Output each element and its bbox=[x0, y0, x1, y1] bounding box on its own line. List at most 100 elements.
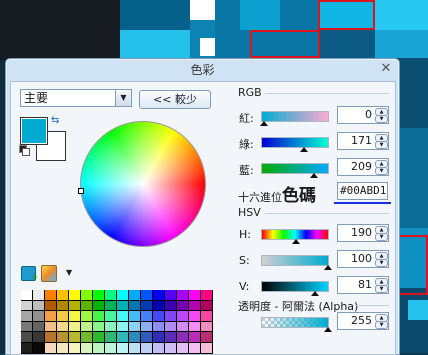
palette-swatch[interactable] bbox=[201, 290, 212, 300]
palette-swatch[interactable] bbox=[81, 300, 92, 311]
spin-down-icon[interactable]: ▼ bbox=[375, 141, 388, 149]
palette-swatch[interactable] bbox=[105, 343, 116, 353]
palette-swatch[interactable] bbox=[129, 321, 140, 332]
blue-slider[interactable] bbox=[261, 163, 329, 174]
palette-swatch[interactable] bbox=[93, 300, 104, 311]
palette-swatch[interactable] bbox=[201, 300, 212, 311]
swap-colors-icon[interactable]: ⇆ bbox=[51, 115, 59, 126]
palette-swatch[interactable] bbox=[117, 311, 128, 321]
palette-swatch[interactable] bbox=[165, 311, 176, 321]
palette-swatch[interactable] bbox=[177, 343, 188, 353]
green-slider-thumb[interactable] bbox=[300, 147, 308, 152]
primary-secondary-select[interactable]: 主要 ▼ bbox=[20, 89, 132, 107]
palette-swatch[interactable] bbox=[33, 343, 44, 353]
palette-swatch[interactable] bbox=[201, 343, 212, 353]
palette-swatch[interactable] bbox=[129, 290, 140, 300]
palette-swatch[interactable] bbox=[177, 290, 188, 300]
palette-swatch[interactable] bbox=[45, 332, 56, 342]
hue-slider-thumb[interactable] bbox=[292, 239, 300, 244]
hex-input[interactable]: #00ABD1 bbox=[337, 182, 388, 200]
palette-swatch[interactable] bbox=[105, 332, 116, 342]
palette-swatch[interactable] bbox=[189, 290, 200, 300]
primary-color-swatch[interactable] bbox=[20, 117, 48, 145]
palette-swatch[interactable] bbox=[117, 321, 128, 332]
palette-swatch[interactable] bbox=[81, 332, 92, 342]
palette-swatch[interactable] bbox=[165, 332, 176, 342]
saturation-slider-thumb[interactable] bbox=[324, 265, 332, 270]
palette-swatch[interactable] bbox=[129, 343, 140, 353]
palette-swatch[interactable] bbox=[129, 300, 140, 311]
palette-swatch[interactable] bbox=[69, 321, 80, 332]
blue-slider-thumb[interactable] bbox=[310, 173, 318, 178]
red-spinbox[interactable]: 0 ▲ ▼ bbox=[337, 106, 389, 124]
palette-swatch[interactable] bbox=[69, 290, 80, 300]
palette-swatch[interactable] bbox=[57, 343, 68, 353]
green-spinbox[interactable]: 171 ▲ ▼ bbox=[337, 132, 389, 150]
palette-swatch[interactable] bbox=[21, 290, 32, 300]
palette-swatch[interactable] bbox=[33, 311, 44, 321]
value-slider-thumb[interactable] bbox=[311, 291, 319, 296]
palette-swatch[interactable] bbox=[117, 343, 128, 353]
palette-swatch[interactable] bbox=[33, 321, 44, 332]
spin-down-icon[interactable]: ▼ bbox=[375, 285, 388, 293]
palette-swatch[interactable] bbox=[189, 311, 200, 321]
palette-swatch[interactable] bbox=[189, 321, 200, 332]
palette-swatch[interactable] bbox=[141, 290, 152, 300]
palette-swatch[interactable] bbox=[45, 290, 56, 300]
palette-swatch[interactable] bbox=[105, 300, 116, 311]
palette-swatch[interactable] bbox=[177, 332, 188, 342]
palette-swatch[interactable] bbox=[81, 321, 92, 332]
palette-swatch[interactable] bbox=[57, 300, 68, 311]
palette-swatch[interactable] bbox=[45, 321, 56, 332]
color-wheel[interactable] bbox=[80, 121, 206, 247]
hue-spinbox[interactable]: 190 ▲ ▼ bbox=[337, 224, 389, 242]
palette-swatch[interactable] bbox=[21, 300, 32, 311]
alpha-spinbox[interactable]: 255 ▲ ▼ bbox=[337, 312, 389, 330]
palette-swatch[interactable] bbox=[201, 311, 212, 321]
palette-swatch[interactable] bbox=[141, 311, 152, 321]
palette-swatch[interactable] bbox=[117, 332, 128, 342]
palette-swatch[interactable] bbox=[141, 343, 152, 353]
palette-menu-icon[interactable] bbox=[41, 265, 57, 282]
palette-swatch[interactable] bbox=[33, 300, 44, 311]
saturation-spinbox[interactable]: 100 ▲ ▼ bbox=[337, 250, 389, 268]
palette-swatch[interactable] bbox=[57, 332, 68, 342]
palette-swatch[interactable] bbox=[189, 332, 200, 342]
alpha-slider-thumb[interactable] bbox=[324, 327, 332, 332]
palette-swatch[interactable] bbox=[117, 290, 128, 300]
palette-swatch[interactable] bbox=[21, 332, 32, 342]
palette-swatch[interactable] bbox=[201, 321, 212, 332]
palette-swatch[interactable] bbox=[153, 300, 164, 311]
palette-swatch[interactable] bbox=[69, 300, 80, 311]
palette-swatch[interactable] bbox=[69, 343, 80, 353]
chevron-down-icon[interactable]: ▼ bbox=[66, 268, 72, 277]
close-icon[interactable]: ✕ bbox=[379, 62, 393, 76]
palette-swatch[interactable] bbox=[177, 311, 188, 321]
palette-swatch[interactable] bbox=[45, 311, 56, 321]
reset-colors-icon[interactable] bbox=[19, 145, 30, 156]
palette-swatch[interactable] bbox=[165, 321, 176, 332]
palette-swatch[interactable] bbox=[129, 311, 140, 321]
spin-down-icon[interactable]: ▼ bbox=[375, 167, 388, 175]
spin-down-icon[interactable]: ▼ bbox=[375, 233, 388, 241]
green-slider[interactable] bbox=[261, 137, 329, 148]
palette-swatch[interactable] bbox=[177, 321, 188, 332]
palette-swatch[interactable] bbox=[45, 300, 56, 311]
palette-swatch[interactable] bbox=[57, 311, 68, 321]
alpha-slider[interactable] bbox=[261, 317, 329, 328]
palette-swatch[interactable] bbox=[93, 321, 104, 332]
palette-swatch[interactable] bbox=[153, 321, 164, 332]
red-slider-thumb[interactable] bbox=[260, 121, 268, 126]
palette-swatch[interactable] bbox=[165, 300, 176, 311]
palette-swatch[interactable] bbox=[165, 290, 176, 300]
palette-swatch[interactable] bbox=[33, 290, 44, 300]
palette-swatch[interactable] bbox=[153, 332, 164, 342]
value-spinbox[interactable]: 81 ▲ ▼ bbox=[337, 276, 389, 294]
palette-swatch[interactable] bbox=[57, 290, 68, 300]
palette-swatch[interactable] bbox=[153, 311, 164, 321]
palette-swatch[interactable] bbox=[81, 343, 92, 353]
saturation-slider[interactable] bbox=[261, 255, 329, 266]
palette-swatch[interactable] bbox=[165, 343, 176, 353]
red-slider[interactable] bbox=[261, 111, 329, 122]
palette-swatch[interactable] bbox=[93, 290, 104, 300]
